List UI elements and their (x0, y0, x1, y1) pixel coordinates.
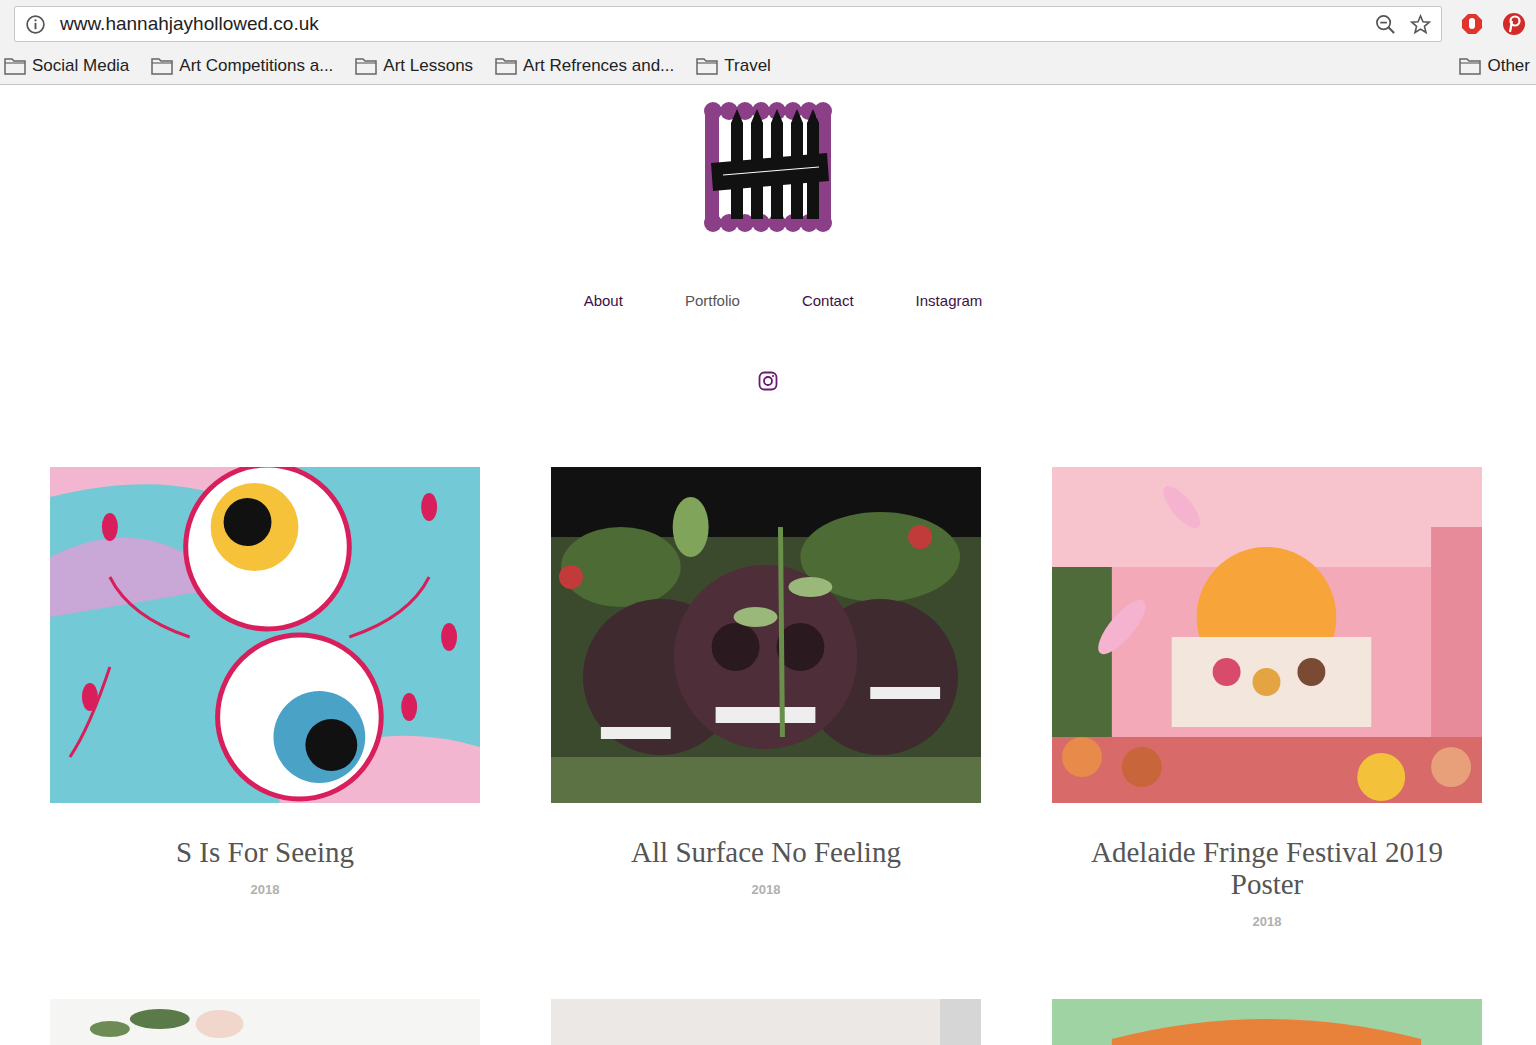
card-year: 2018 (1253, 914, 1282, 929)
other-bookmarks[interactable]: Other (1459, 56, 1530, 76)
artwork-image[interactable] (1052, 999, 1482, 1045)
artwork-image[interactable] (50, 467, 480, 803)
nav-link[interactable]: Contact (802, 291, 854, 311)
bookmarks-bar: Social Media Art Competitions a... Art L… (0, 48, 1536, 85)
bookmark-folder[interactable]: Art Refrences and... (495, 56, 674, 76)
bookmark-label[interactable]: Travel (724, 56, 771, 76)
portfolio-card[interactable] (551, 999, 981, 1045)
website: About Portfolio Contact Instagram S Is For … (0, 85, 1536, 1045)
folder-icon (4, 57, 26, 75)
main-nav: About Portfolio Contact Instagram (0, 291, 1536, 311)
nav-link[interactable]: Portfolio (685, 291, 740, 311)
logo-icon[interactable] (703, 101, 833, 233)
card-title[interactable]: All Surface No Feeling (621, 836, 911, 868)
star-icon[interactable] (1410, 14, 1431, 35)
bookmark-label[interactable]: Art Competitions a... (179, 56, 333, 76)
bookmark-label[interactable]: Social Media (32, 56, 129, 76)
url-text[interactable]: www.hannahjayhollowed.co.uk (60, 13, 1361, 35)
zoom-out-icon[interactable] (1375, 14, 1396, 35)
info-icon[interactable] (25, 14, 46, 35)
artwork-image[interactable] (1052, 467, 1482, 803)
folder-icon (1459, 57, 1481, 75)
nav-link[interactable]: Instagram (916, 291, 983, 311)
artwork-image[interactable] (50, 999, 480, 1045)
folder-icon (355, 57, 377, 75)
bookmark-label[interactable]: Art Refrences and... (523, 56, 674, 76)
card-year: 2018 (752, 882, 781, 897)
portfolio-card[interactable]: All Surface No Feeling 2018 (551, 467, 981, 929)
bookmark-label[interactable]: Other (1487, 56, 1530, 76)
card-year: 2018 (251, 882, 280, 897)
card-title[interactable]: Adelaide Fringe Festival 2019 Poster (1052, 836, 1482, 900)
folder-icon (151, 57, 173, 75)
portfolio-card[interactable]: S Is For Seeing 2018 (50, 467, 480, 929)
portfolio-card[interactable] (50, 999, 480, 1045)
address-bar[interactable]: www.hannahjayhollowed.co.uk (14, 6, 1442, 42)
browser-window: www.hannahjayhollowed.co.uk Social Media… (0, 0, 1536, 1045)
portfolio-grid: S Is For Seeing 2018 All Surface No Feel… (0, 467, 1536, 1045)
folder-icon (495, 57, 517, 75)
folder-icon (696, 57, 718, 75)
artwork-image[interactable] (551, 999, 981, 1045)
adblock-extension-icon[interactable] (1460, 12, 1484, 36)
card-title[interactable]: S Is For Seeing (166, 836, 364, 868)
bookmark-folder[interactable]: Art Competitions a... (151, 56, 333, 76)
bookmark-label[interactable]: Art Lessons (383, 56, 473, 76)
portfolio-card[interactable]: Adelaide Fringe Festival 2019 Poster 201… (1052, 467, 1482, 929)
browser-toolbar: www.hannahjayhollowed.co.uk (0, 0, 1536, 48)
bookmark-folder[interactable]: Travel (696, 56, 771, 76)
bookmark-folder[interactable]: Art Lessons (355, 56, 473, 76)
instagram-icon[interactable] (758, 371, 778, 391)
artwork-image[interactable] (551, 467, 981, 803)
nav-link[interactable]: About (584, 291, 623, 311)
pinterest-extension-icon[interactable] (1502, 12, 1526, 36)
bookmark-folder[interactable]: Social Media (4, 56, 129, 76)
portfolio-card[interactable] (1052, 999, 1482, 1045)
